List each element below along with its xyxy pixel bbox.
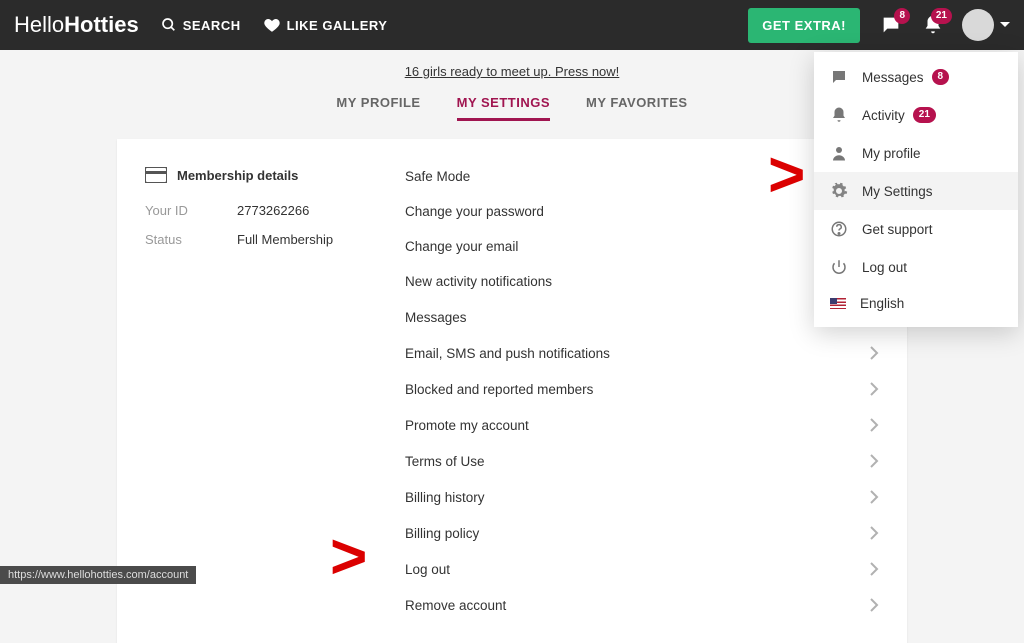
bell-icon-wrap[interactable]: 21 bbox=[922, 14, 944, 36]
settings-row-label: Terms of Use bbox=[405, 454, 485, 469]
menu-item-get-support[interactable]: Get support bbox=[814, 210, 1018, 248]
settings-row-label: Log out bbox=[405, 562, 450, 577]
search-icon bbox=[161, 17, 177, 33]
caret-down-icon[interactable] bbox=[1000, 20, 1010, 30]
tab-my-settings[interactable]: MY SETTINGS bbox=[457, 93, 550, 121]
nav-like-label: LIKE GALLERY bbox=[287, 18, 388, 33]
profile-dropdown: Messages 8 Activity 21 My profile My Settings… bbox=[814, 52, 1018, 327]
gear-icon bbox=[830, 182, 862, 200]
heart-icon bbox=[263, 16, 281, 34]
browser-status-bar: https://www.hellohotties.com/account bbox=[0, 566, 196, 584]
flag-icon bbox=[830, 298, 846, 309]
menu-item-label: English bbox=[860, 296, 904, 311]
settings-row-label: Blocked and reported members bbox=[405, 382, 593, 397]
menu-badge: 8 bbox=[932, 69, 950, 85]
menu-item-label: My Settings bbox=[862, 184, 933, 199]
menu-item-activity[interactable]: Activity 21 bbox=[814, 96, 1018, 134]
settings-row-12[interactable]: Remove account bbox=[377, 587, 907, 623]
membership-header: Membership details bbox=[145, 167, 357, 183]
bell-badge: 21 bbox=[931, 8, 952, 24]
your-id-row: Your ID 2773262266 bbox=[145, 203, 357, 218]
menu-item-my-settings[interactable]: My Settings bbox=[814, 172, 1018, 210]
settings-row-label: Messages bbox=[405, 310, 467, 325]
chevron-right-icon bbox=[869, 561, 879, 577]
settings-row-10[interactable]: Billing policy bbox=[377, 515, 907, 551]
settings-row-11[interactable]: Log out bbox=[377, 551, 907, 587]
settings-card: Membership details Your ID 2773262266 St… bbox=[117, 139, 907, 643]
nav-like-gallery[interactable]: LIKE GALLERY bbox=[263, 16, 388, 34]
settings-row-label: Change your email bbox=[405, 239, 518, 254]
chat-icon bbox=[830, 68, 862, 86]
menu-item-messages[interactable]: Messages 8 bbox=[814, 58, 1018, 96]
chevron-right-icon bbox=[869, 525, 879, 541]
settings-row-label: Promote my account bbox=[405, 418, 529, 433]
chevron-right-icon bbox=[869, 453, 879, 469]
settings-row-label: Safe Mode bbox=[405, 169, 470, 184]
bell-icon bbox=[830, 106, 862, 124]
chat-badge: 8 bbox=[894, 8, 910, 24]
power-icon bbox=[830, 258, 862, 276]
menu-item-english[interactable]: English bbox=[814, 286, 1018, 321]
status-value: Full Membership bbox=[237, 232, 333, 247]
chevron-right-icon bbox=[869, 489, 879, 505]
avatar[interactable] bbox=[962, 9, 994, 41]
menu-item-label: Get support bbox=[862, 222, 933, 237]
settings-row-label: Change your password bbox=[405, 204, 544, 219]
tab-my-profile[interactable]: MY PROFILE bbox=[336, 93, 420, 121]
settings-row-label: Billing policy bbox=[405, 526, 479, 541]
membership-title: Membership details bbox=[177, 168, 298, 183]
help-icon bbox=[830, 220, 862, 238]
settings-row-6[interactable]: Blocked and reported members bbox=[377, 371, 907, 407]
settings-row-label: Billing history bbox=[405, 490, 485, 505]
menu-item-label: My profile bbox=[862, 146, 921, 161]
user-icon bbox=[830, 144, 862, 162]
card-icon bbox=[145, 167, 167, 183]
chat-icon-wrap[interactable]: 8 bbox=[880, 14, 902, 36]
tab-my-favorites[interactable]: MY FAVORITES bbox=[586, 93, 688, 121]
settings-row-label: Remove account bbox=[405, 598, 506, 613]
settings-row-label: Email, SMS and push notifications bbox=[405, 346, 610, 361]
menu-item-label: Log out bbox=[862, 260, 907, 275]
logo[interactable]: HelloHotties bbox=[14, 12, 139, 38]
settings-row-9[interactable]: Billing history bbox=[377, 479, 907, 515]
menu-item-label: Messages bbox=[862, 70, 924, 85]
status-label: Status bbox=[145, 232, 237, 247]
settings-row-8[interactable]: Terms of Use bbox=[377, 443, 907, 479]
chevron-right-icon bbox=[869, 381, 879, 397]
nav-search[interactable]: SEARCH bbox=[161, 17, 241, 33]
menu-badge: 21 bbox=[913, 107, 936, 123]
settings-row-label: New activity notifications bbox=[405, 274, 552, 289]
settings-row-7[interactable]: Promote my account bbox=[377, 407, 907, 443]
status-row: Status Full Membership bbox=[145, 232, 357, 247]
id-value: 2773262266 bbox=[237, 203, 309, 218]
menu-item-my-profile[interactable]: My profile bbox=[814, 134, 1018, 172]
chevron-right-icon bbox=[869, 597, 879, 613]
settings-row-5[interactable]: Email, SMS and push notifications bbox=[377, 335, 907, 371]
id-label: Your ID bbox=[145, 203, 237, 218]
get-extra-button[interactable]: GET EXTRA! bbox=[748, 8, 860, 43]
nav-search-label: SEARCH bbox=[183, 18, 241, 33]
chevron-right-icon bbox=[869, 345, 879, 361]
chevron-right-icon bbox=[869, 417, 879, 433]
menu-item-label: Activity bbox=[862, 108, 905, 123]
menu-item-log-out[interactable]: Log out bbox=[814, 248, 1018, 286]
topbar: HelloHotties SEARCH LIKE GALLERY GET EXT… bbox=[0, 0, 1024, 50]
